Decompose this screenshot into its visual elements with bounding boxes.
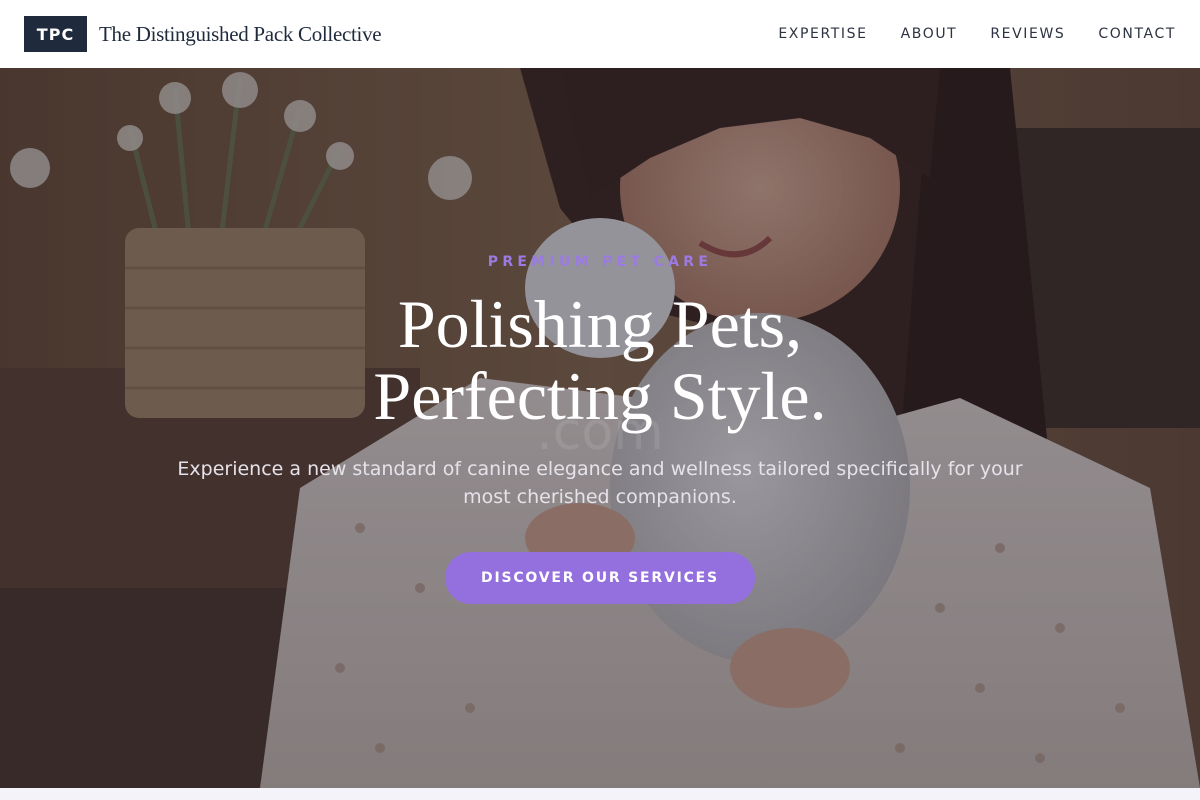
brand-link[interactable]: TPC The Distinguished Pack Collective [24,16,382,52]
nav-link-reviews[interactable]: REVIEWS [990,26,1065,42]
brand-name: The Distinguished Pack Collective [99,21,382,46]
discover-services-button[interactable]: DISCOVER OUR SERVICES [445,552,755,604]
main-nav: EXPERTISE ABOUT REVIEWS CONTACT [778,26,1176,42]
logo-mark: TPC [24,16,87,52]
hero-eyebrow: PREMIUM PET CARE [487,254,713,270]
hero-section: .com PREMIUM PET CARE Polishing Pets, Pe… [0,68,1200,788]
hero-title-line-2: Perfecting Style. [373,358,827,434]
hero-subheading: Experience a new standard of canine eleg… [177,458,1023,508]
nav-link-about[interactable]: ABOUT [901,26,958,42]
hero-title: Polishing Pets, Perfecting Style. [0,288,1200,432]
nav-link-expertise[interactable]: EXPERTISE [778,26,867,42]
hero-content: .com PREMIUM PET CARE Polishing Pets, Pe… [0,68,1200,788]
hero-title-line-1: Polishing Pets, [397,286,803,362]
site-header: TPC The Distinguished Pack Collective EX… [0,0,1200,68]
nav-link-contact[interactable]: CONTACT [1098,26,1176,42]
next-section-edge [0,788,1200,800]
